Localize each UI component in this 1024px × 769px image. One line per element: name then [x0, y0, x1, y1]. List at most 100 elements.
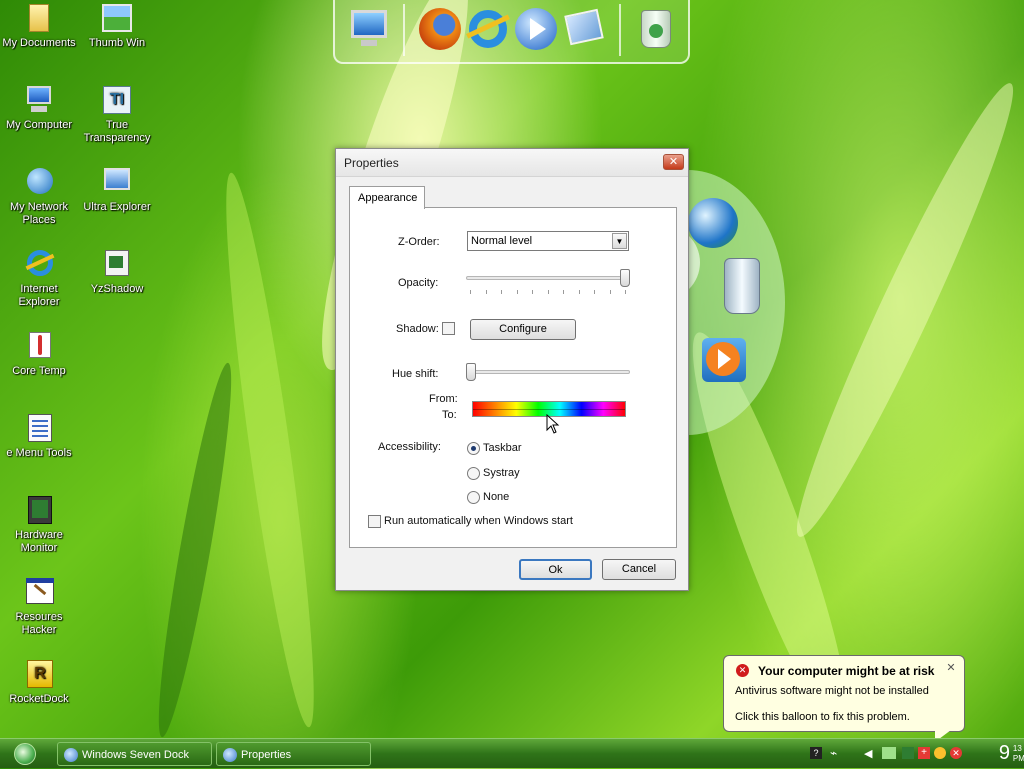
globe-icon[interactable] — [688, 198, 738, 248]
radio-systray[interactable] — [467, 467, 480, 480]
network-globe-icon — [23, 166, 55, 198]
update-icon[interactable] — [902, 747, 914, 759]
rocketdock-icon: R — [23, 658, 55, 690]
messenger-icon[interactable] — [934, 747, 946, 759]
folder-documents-icon — [23, 2, 55, 34]
media-player-icon[interactable] — [702, 338, 746, 382]
chevron-down-icon[interactable]: ▼ — [612, 233, 627, 249]
yzshadow-icon — [101, 248, 133, 280]
desktop-icon-ultra-explorer[interactable]: Ultra Explorer — [78, 166, 156, 214]
opacity-tick — [578, 290, 580, 294]
radio-label: Systray — [483, 467, 520, 479]
desktop-icon-hardware-monitor[interactable]: Hardware Monitor — [0, 494, 78, 555]
start-button[interactable] — [4, 742, 44, 766]
opacity-label: Opacity: — [398, 277, 439, 289]
recycle-bin-icon[interactable] — [633, 6, 679, 52]
desktop-icon-label: My Network Places — [9, 201, 69, 226]
desktop-icon-label: Thumb Win — [88, 37, 146, 49]
ok-button[interactable]: Ok — [519, 559, 592, 580]
opacity-tick — [609, 290, 611, 294]
firefox-icon[interactable] — [417, 6, 463, 52]
close-button[interactable]: ✕ — [663, 154, 684, 170]
shield-alert-icon: ✕ — [736, 664, 749, 677]
security-balloon[interactable]: ✕ Your computer might be at risk ✕ Antiv… — [723, 655, 965, 732]
z-order-value: Normal level — [471, 235, 533, 247]
radio-label: None — [483, 491, 510, 503]
help-icon[interactable]: ? — [810, 747, 822, 759]
recycle-bin-icon[interactable] — [724, 258, 760, 314]
desktop-icon-thumb-win[interactable]: Thumb Win — [78, 2, 156, 50]
resource-hacker-icon — [23, 576, 55, 608]
taskbar-item-label: Properties — [241, 749, 292, 761]
desktop-icon-internet-explorer[interactable]: Internet Explorer — [0, 248, 78, 309]
hue-divider — [473, 409, 625, 410]
radio-label: Taskbar — [483, 442, 522, 454]
z-order-select[interactable]: Normal level ▼ — [467, 231, 629, 251]
desktop-icon-menu-tools[interactable]: e Menu Tools — [0, 412, 78, 460]
shadow-checkbox[interactable] — [442, 322, 455, 335]
opacity-tick — [532, 290, 533, 294]
autostart-label: Run automatically when Windows start — [384, 515, 573, 527]
dock-app-icon — [223, 748, 237, 762]
tab-label: Appearance — [358, 192, 418, 204]
ultra-explorer-icon — [101, 166, 133, 198]
desktop-icon-true-transparency[interactable]: TI True Transparency — [78, 84, 156, 145]
dock-separator — [403, 4, 405, 56]
security-center-icon[interactable]: + — [918, 747, 930, 759]
shield-alert-icon[interactable]: ✕ — [950, 747, 962, 759]
thermometer-icon — [23, 330, 55, 362]
cancel-button[interactable]: Cancel — [602, 559, 676, 580]
hue-shift-slider[interactable] — [466, 363, 476, 381]
dock-separator — [619, 4, 621, 56]
opacity-tick — [625, 290, 626, 294]
tt-app-icon: TI — [101, 84, 133, 116]
mouse-cursor-icon — [546, 414, 560, 434]
desktop-icon-my-documents[interactable]: My Documents — [0, 2, 78, 50]
to-label: To: — [442, 409, 457, 421]
clock[interactable]: 9 13 PM — [998, 742, 1024, 765]
accessibility-label: Accessibility: — [378, 441, 441, 453]
opacity-tick — [501, 290, 502, 294]
internet-explorer-icon — [23, 248, 55, 280]
system-tray: ? ⌁ ◀ + ✕ 9 13 PM — [804, 739, 1024, 769]
opacity-track[interactable] — [466, 276, 630, 280]
opacity-slider[interactable] — [620, 269, 630, 287]
configure-button[interactable]: Configure — [470, 319, 576, 340]
speaker-icon[interactable]: ◀ — [864, 747, 876, 760]
balloon-message: Antivirus software might not be installe… — [735, 685, 929, 697]
hue-shift-track[interactable] — [466, 370, 630, 374]
windows-tools-icon[interactable] — [561, 6, 607, 52]
radio-taskbar[interactable] — [467, 442, 480, 455]
autostart-checkbox[interactable] — [368, 515, 381, 528]
media-player-icon[interactable] — [513, 6, 559, 52]
taskbar-item-windows-seven-dock[interactable]: Windows Seven Dock — [57, 742, 212, 766]
grass-blade — [211, 169, 329, 731]
desktop-icon-label: YzShadow — [90, 283, 144, 295]
clock-ampm: PM — [1012, 754, 1024, 763]
radio-none[interactable] — [467, 491, 480, 504]
close-icon: ✕ — [668, 156, 679, 168]
clock-hour: 9 — [998, 742, 1010, 764]
tab-appearance[interactable]: Appearance — [349, 186, 425, 209]
desktop-icon-my-computer[interactable]: My Computer — [0, 84, 78, 132]
title-bar[interactable]: Properties ✕ — [336, 149, 688, 177]
taskbar-item-properties[interactable]: Properties — [216, 742, 371, 766]
dock-app-icon — [64, 748, 78, 762]
hue-shift-label: Hue shift: — [392, 368, 439, 380]
close-icon: ✕ — [946, 662, 956, 674]
hardware-monitor-icon — [23, 494, 55, 526]
opacity-tick — [563, 290, 564, 294]
monitor-icon[interactable] — [347, 6, 393, 52]
desktop-icon-resource-hacker[interactable]: Resoures Hacker — [0, 576, 78, 637]
desktop-icon-my-network-places[interactable]: My Network Places — [0, 166, 78, 227]
desktop-icon-rocketdock[interactable]: R RocketDock — [0, 658, 78, 706]
desktop-icon-label: Internet Explorer — [18, 283, 60, 308]
network-icon[interactable] — [882, 747, 896, 759]
balloon-title: Your computer might be at risk — [758, 664, 935, 678]
desktop-icon-label: Hardware Monitor — [15, 529, 63, 554]
balloon-close-button[interactable]: ✕ — [944, 661, 958, 675]
keyboard-icon[interactable]: ⌁ — [830, 746, 840, 760]
desktop-icon-yzshadow[interactable]: YzShadow — [78, 248, 156, 296]
internet-explorer-icon[interactable] — [465, 6, 511, 52]
desktop-icon-core-temp[interactable]: Core Temp — [0, 330, 78, 378]
